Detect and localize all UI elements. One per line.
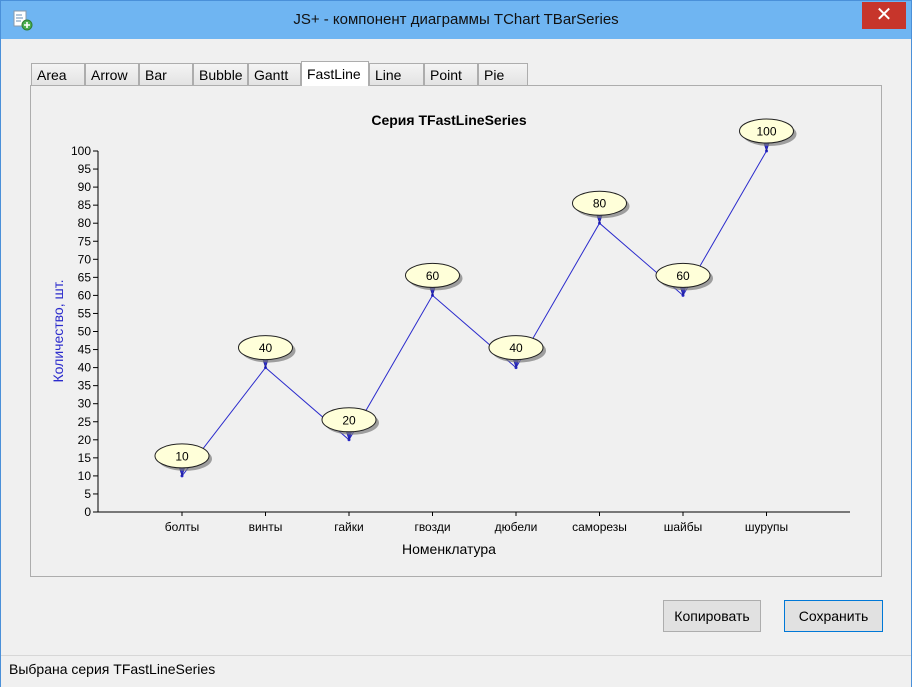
tab-bubble[interactable]: Bubble <box>193 63 248 85</box>
data-label-text: 20 <box>342 413 356 427</box>
y-tick-label: 80 <box>78 216 92 230</box>
data-label-text: 10 <box>175 449 189 463</box>
tab-label: Bar <box>145 67 167 83</box>
tab-area[interactable]: Area <box>31 63 85 85</box>
save-button-label: Сохранить <box>798 608 869 624</box>
y-tick-label: 60 <box>78 288 92 302</box>
series-line <box>181 150 767 477</box>
y-tick-label: 15 <box>78 451 92 465</box>
data-label-text: 60 <box>676 269 690 283</box>
title-bar[interactable]: JS+ - компонент диаграммы TChart TBarSer… <box>1 1 911 39</box>
tab-fastline[interactable]: FastLine <box>301 61 369 86</box>
x-tick-label: шурупы <box>745 520 788 534</box>
tab-pie[interactable]: Pie <box>478 63 528 85</box>
tab-point[interactable]: Point <box>424 63 478 85</box>
tab-label: Point <box>430 67 462 83</box>
chart-axes: 0 5 10 15 20 25 30 35 40 45 50 55 60 65 70 75 80 85 90 95 10… <box>71 144 850 534</box>
chart-area: Серия TFastLineSeries 0 5 10 15 20 25 30 35 40 45… <box>31 86 881 576</box>
y-tick-label: 20 <box>78 433 92 447</box>
y-tick-label: 40 <box>78 361 92 375</box>
y-tick-label: 10 <box>78 469 92 483</box>
data-label-text: 80 <box>593 197 607 211</box>
y-tick-label: 85 <box>78 198 92 212</box>
tab-line[interactable]: Line <box>369 63 424 85</box>
app-window: JS+ - компонент диаграммы TChart TBarSer… <box>0 0 912 687</box>
x-tick-label: винты <box>249 520 283 534</box>
y-tick-label: 100 <box>71 144 91 158</box>
status-text: Выбрана серия TFastLineSeries <box>9 661 216 677</box>
data-label-text: 40 <box>509 341 523 355</box>
tab-bar[interactable]: Bar <box>139 63 193 85</box>
y-axis-title: Количество, шт. <box>50 280 66 383</box>
y-tick-label: 95 <box>78 162 92 176</box>
y-tick-label: 25 <box>78 415 92 429</box>
data-label-text: 100 <box>756 125 776 139</box>
data-label-text: 60 <box>426 269 440 283</box>
tab-label: Arrow <box>91 67 128 83</box>
line-chart: Серия TFastLineSeries 0 5 10 15 20 25 30 35 40 45… <box>50 112 850 557</box>
save-button[interactable]: Сохранить <box>784 600 883 632</box>
tab-label: Bubble <box>199 67 243 83</box>
series-line-layer <box>180 149 768 478</box>
tab-label: Pie <box>484 67 505 83</box>
y-tick-label: 50 <box>78 325 92 339</box>
data-labels-layer: 10 40 20 60 40 80 60 100 <box>154 118 797 477</box>
y-tick-label: 65 <box>78 270 92 284</box>
status-bar: Выбрана серия TFastLineSeries <box>1 655 911 687</box>
copy-button[interactable]: Копировать <box>663 600 761 632</box>
x-tick-label: дюбели <box>495 520 538 534</box>
tab-label: Line <box>375 67 402 83</box>
y-tick-label: 70 <box>78 252 92 266</box>
window-title: JS+ - компонент диаграммы TChart TBarSer… <box>293 11 619 28</box>
y-tick-label: 45 <box>78 343 92 357</box>
copy-button-label: Копировать <box>674 608 750 624</box>
close-icon: ✕ <box>875 4 893 26</box>
tab-label: FastLine <box>307 66 361 82</box>
y-tick-label: 35 <box>78 379 92 393</box>
data-label-text: 40 <box>259 341 273 355</box>
x-axis-title: Номенклатура <box>402 541 496 557</box>
chart-title: Серия TFastLineSeries <box>371 112 526 128</box>
tab-label: Gantt <box>254 67 289 83</box>
y-tick-label: 5 <box>84 487 91 501</box>
client-area: Area Arrow Bar Bubble Gantt FastLine Lin… <box>9 39 903 649</box>
x-tick-label: гайки <box>334 520 363 534</box>
tab-arrow[interactable]: Arrow <box>85 63 139 85</box>
y-tick-label: 90 <box>78 180 92 194</box>
x-tick-label: шайбы <box>664 520 703 534</box>
x-tick-label: болты <box>165 520 199 534</box>
x-tick-label: гвозди <box>414 520 450 534</box>
tab-gantt[interactable]: Gantt <box>248 63 301 85</box>
y-tick-label: 0 <box>84 505 91 519</box>
y-tick-label: 55 <box>78 306 92 320</box>
tab-panel-fastline: Серия TFastLineSeries 0 5 10 15 20 25 30 35 40 45… <box>30 85 882 577</box>
y-tick-label: 30 <box>78 397 92 411</box>
close-button[interactable]: ✕ <box>862 2 906 29</box>
y-tick-label: 75 <box>78 234 92 248</box>
x-tick-label: саморезы <box>572 520 627 534</box>
tab-label: Area <box>37 67 67 83</box>
